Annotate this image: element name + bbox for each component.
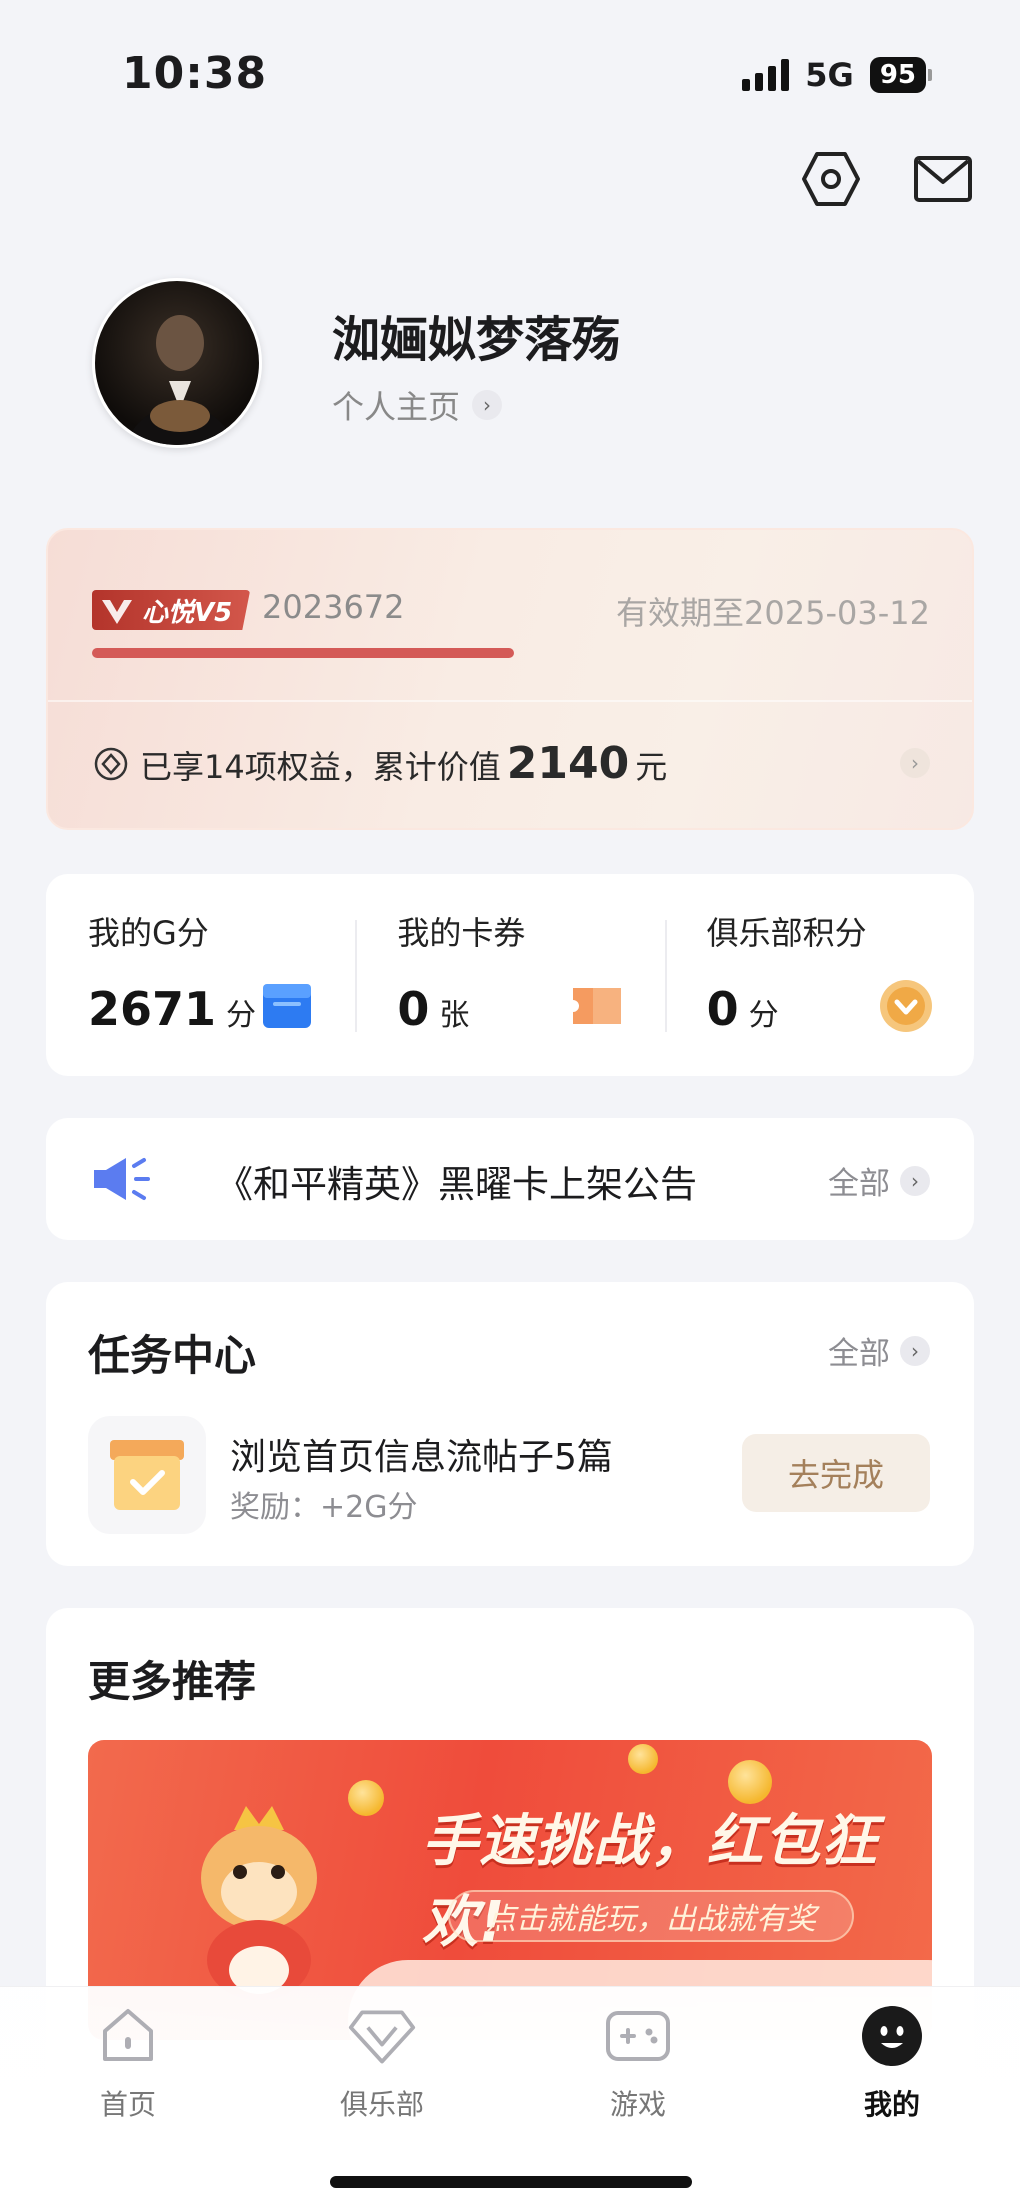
recommendations-title: 更多推荐: [88, 1657, 257, 1706]
stat-coupons[interactable]: 我的卡券 0 张: [355, 874, 664, 1076]
chevron-right-icon: ›: [472, 390, 503, 420]
coin-decoration: [348, 1780, 384, 1816]
status-indicators: 5G 95: [742, 56, 932, 94]
battery-icon: 95: [869, 57, 932, 93]
homepage-link-label: 个人主页: [332, 388, 461, 426]
stat-g-points[interactable]: 我的G分 2671 分: [46, 874, 355, 1076]
benefit-diamond-icon: [94, 747, 128, 780]
task-more-link[interactable]: 全部 ›: [828, 1328, 930, 1373]
vip-membership-card[interactable]: 心悦V5 2023672 有效期至2025-03-12 已享14项权益，累计价值…: [46, 528, 974, 830]
nav-item-home[interactable]: 首页: [48, 2001, 208, 2123]
stat-unit: 分: [226, 998, 257, 1033]
club-diamond-icon: [347, 2001, 417, 2071]
network-type: 5G: [805, 56, 854, 94]
hamster-king-icon: [201, 1806, 317, 2000]
more-label: 全部: [828, 1336, 890, 1372]
top-actions: [800, 148, 974, 210]
vip-member-id: 2023672: [262, 588, 405, 626]
vip-expiry: 有效期至2025-03-12: [616, 594, 930, 632]
chevron-right-icon: ›: [900, 1335, 930, 1366]
vip-divider: [48, 700, 972, 702]
nav-label: 我的: [863, 2088, 920, 2121]
username: 洳婳姒梦落殇: [332, 312, 621, 368]
coupon-ticket-icon: [572, 988, 621, 1024]
vip-benefits-summary[interactable]: 已享14项权益，累计价值 2140 元: [94, 738, 667, 789]
announcement-more-link[interactable]: 全部 ›: [828, 1158, 930, 1203]
avatar[interactable]: [92, 278, 262, 448]
nav-item-club[interactable]: 俱乐部: [302, 2001, 462, 2123]
task-complete-button[interactable]: 去完成: [742, 1434, 930, 1512]
chevron-right-icon[interactable]: ›: [900, 748, 930, 778]
vip-progress-bar: [92, 648, 514, 658]
chevron-right-icon: ›: [900, 1165, 930, 1196]
announcement-text: 《和平精英》黑曜卡上架公告: [216, 1163, 697, 1206]
benefits-value: 2140: [506, 738, 630, 789]
stat-label: 俱乐部积分: [706, 914, 867, 952]
more-label: 全部: [828, 1166, 890, 1202]
status-time: 10:38: [122, 48, 268, 99]
nav-label: 俱乐部: [339, 2088, 424, 2121]
task-center-card: 任务中心 全部 › 浏览首页信息流帖子5篇 奖励：+2G分 去完成: [46, 1282, 974, 1566]
stat-unit: 分: [748, 998, 779, 1033]
vip-level-text: 心悦V5: [142, 597, 233, 628]
task-center-title: 任务中心: [88, 1331, 257, 1380]
profile-face-icon: [857, 2001, 927, 2071]
vip-logo-icon: [102, 600, 132, 624]
gamepad-icon: [603, 2001, 673, 2071]
nav-item-me[interactable]: 我的: [812, 2001, 972, 2123]
benefits-unit: 元: [635, 748, 668, 786]
home-icon: [93, 2001, 163, 2071]
stats-card: 我的G分 2671 分 我的卡券 0 张 俱乐部积分 0 分: [46, 874, 974, 1076]
megaphone-icon: [94, 1158, 150, 1200]
nav-item-games[interactable]: 游戏: [558, 2001, 718, 2123]
task-icon: [88, 1416, 206, 1534]
status-bar: 10:38 5G 95: [0, 0, 1020, 150]
g-points-box-icon: [263, 984, 312, 1028]
mail-icon[interactable]: [912, 148, 974, 210]
stat-value: 0: [397, 982, 430, 1036]
signal-icon: [742, 59, 790, 91]
stat-label: 我的卡券: [397, 914, 526, 952]
settings-icon[interactable]: [800, 148, 862, 210]
nav-label: 首页: [99, 2088, 156, 2121]
home-indicator: [330, 2176, 692, 2188]
stat-value: 2671: [88, 982, 217, 1036]
vip-level-badge: 心悦V5: [92, 590, 251, 630]
task-reward: 奖励：+2G分: [230, 1490, 418, 1525]
banner-subtitle: 点击就能玩，出战就有奖: [448, 1890, 854, 1942]
battery-level: 95: [869, 57, 926, 93]
task-title: 浏览首页信息流帖子5篇: [230, 1437, 613, 1478]
club-points-coin-icon: [879, 980, 932, 1032]
stat-unit: 张: [439, 998, 470, 1033]
coin-decoration: [628, 1744, 658, 1774]
announcement-bar[interactable]: 《和平精英》黑曜卡上架公告 全部 ›: [46, 1118, 974, 1240]
stat-club-points[interactable]: 俱乐部积分 0 分: [664, 874, 974, 1076]
nav-label: 游戏: [609, 2088, 666, 2121]
homepage-link[interactable]: 个人主页 ›: [332, 382, 503, 428]
stat-label: 我的G分: [88, 914, 209, 952]
stat-value: 0: [706, 982, 739, 1036]
task-box-check-icon: [110, 1440, 184, 1510]
benefits-prefix: 已享14项权益，累计价值: [140, 748, 501, 786]
